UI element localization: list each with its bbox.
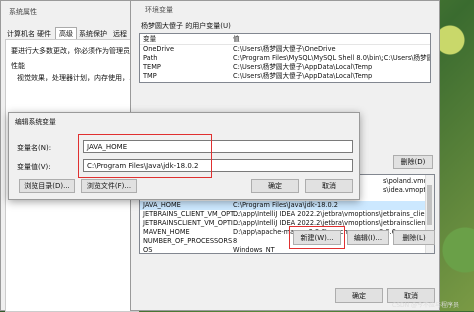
dialog-cancel-button[interactable]: 取消	[305, 179, 353, 193]
variable-value: C:\Program Files\MySQL\MySQL Shell 8.0\b…	[233, 54, 430, 62]
edit-system-variable-dialog: 编辑系统变量 变量名(N): JAVA_HOME 变量值(V): C:\Prog…	[8, 112, 360, 200]
tab-system-protection[interactable]: 系统保护	[79, 29, 107, 39]
performance-label: 性能	[11, 62, 25, 70]
variable-name: JETBRAINSCLIENT_VM_OPTI...	[143, 219, 240, 227]
table-header: 变量 值	[140, 35, 430, 45]
performance-description: 视觉效果，处理器计划，内存使用，以及	[17, 74, 143, 82]
variable-name: JAVA_HOME	[143, 201, 181, 209]
env-ok-button[interactable]: 确定	[335, 288, 383, 303]
browse-directory-button[interactable]: 浏览目录(D)...	[19, 179, 75, 193]
variable-name: OS	[143, 246, 153, 254]
table-row[interactable]: JETBRAINS_CLIENT_VM_OPT... D:\app\Intell…	[140, 210, 434, 219]
variable-value: C:\Program Files\Java\jdk-18.0.2	[233, 201, 338, 209]
variable-name: TEMP	[143, 63, 161, 71]
user-variables-table[interactable]: 变量 值 OneDrive C:\Users\杨梦圆大傻子\OneDrive P…	[139, 33, 431, 83]
column-header-variable[interactable]: 变量	[143, 35, 156, 44]
variable-name-label: 变量名(N):	[17, 144, 52, 152]
variable-value: D:\app\IntelliJ IDEA 2022.2\jetbra\vmopt…	[233, 210, 435, 218]
variable-name: JETBRAINS_CLIENT_VM_OPT...	[143, 210, 240, 218]
table-row[interactable]: OneDrive C:\Users\杨梦圆大傻子\OneDrive	[140, 45, 430, 54]
variable-name: MAVEN_HOME	[143, 228, 190, 236]
tab-hardware[interactable]: 硬件	[37, 29, 51, 39]
browse-file-button[interactable]: 浏览文件(F)...	[81, 179, 137, 193]
tab-remote[interactable]: 远程	[113, 29, 127, 39]
user-vars-section-label: 杨梦圆大傻子 的用户变量(U)	[141, 22, 231, 30]
scroll-thumb[interactable]	[427, 185, 432, 225]
variable-value: C:\Users\杨梦圆大傻子\OneDrive	[233, 45, 336, 53]
admin-note: 要进行大多数更改，你必须作为管理员登	[11, 47, 137, 55]
tab-strip: 计算机名 硬件 高级 系统保护 远程	[5, 27, 139, 40]
table-row[interactable]: TMP C:\Users\杨梦圆大傻子\AppData\Local\Temp	[140, 72, 430, 81]
variable-name: TMP	[143, 72, 157, 80]
table-row[interactable]: Path C:\Program Files\MySQL\MySQL Shell …	[140, 54, 430, 63]
new-button-highlight	[289, 226, 345, 249]
variable-name: OneDrive	[143, 45, 175, 53]
table-row[interactable]: JETBRAINSCLIENT_VM_OPTI... D:\app\Intell…	[140, 219, 434, 228]
variable-name: NUMBER_OF_PROCESSORS	[143, 237, 233, 245]
edit-variable-button[interactable]: 编辑(I)...	[347, 230, 389, 245]
system-properties-title: 系统属性	[9, 8, 37, 16]
table-row[interactable]: OS Windows_NT	[140, 246, 434, 254]
tab-computer-name[interactable]: 计算机名	[7, 29, 35, 39]
variable-value-label: 变量值(V):	[17, 163, 51, 171]
variable-name: Path	[143, 54, 158, 62]
table-row[interactable]: NUMBER_OF_PROCESSORS 8	[140, 237, 434, 246]
variable-value: C:\Users\杨梦圆大傻子\AppData\Local\Temp	[233, 72, 373, 80]
user-delete-button[interactable]: 删除(D)	[393, 155, 433, 169]
env-window-title: 环境变量	[145, 6, 173, 14]
variable-value: Windows_NT	[233, 246, 275, 254]
variable-value: C:\Users\杨梦圆大傻子\AppData\Local\Temp	[233, 63, 373, 71]
table-row[interactable]: MAVEN_HOME D:\app\apache-maven-3.8.6\apa…	[140, 228, 434, 237]
table-row-selected[interactable]: JAVA_HOME C:\Program Files\Java\jdk-18.0…	[140, 201, 434, 210]
input-highlight	[78, 134, 212, 178]
dialog-ok-button[interactable]: 确定	[251, 179, 299, 193]
variable-value: 8	[233, 237, 238, 245]
delete-variable-button[interactable]: 删除(L)	[393, 230, 435, 245]
watermark: CSDN @今不应与程序员	[392, 302, 460, 309]
edit-dialog-title: 编辑系统变量	[15, 118, 56, 126]
table-row[interactable]: TEMP C:\Users\杨梦圆大傻子\AppData\Local\Temp	[140, 63, 430, 72]
column-header-value[interactable]: 值	[233, 35, 240, 44]
